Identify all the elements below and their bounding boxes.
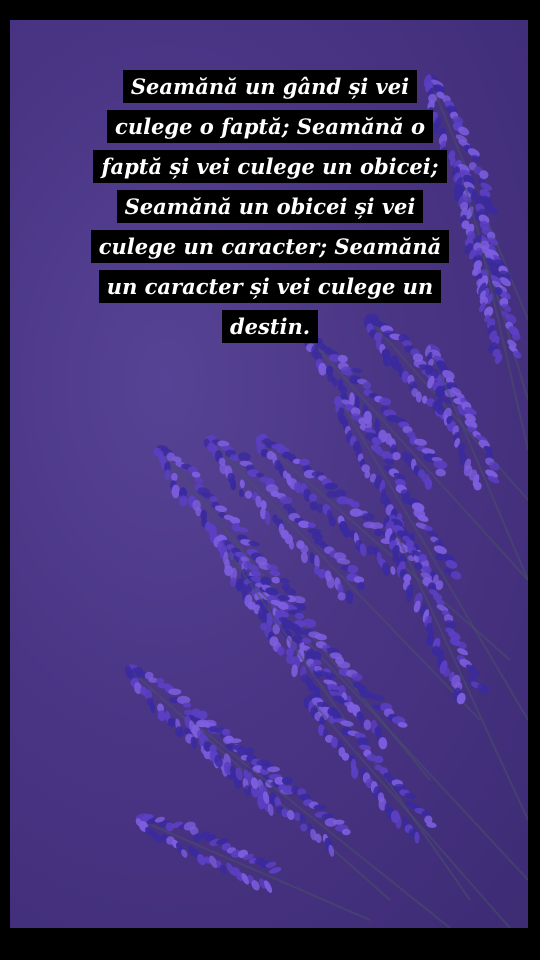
quote-text-block: Seamănă un gând și vei culege o faptă; S… bbox=[70, 68, 470, 348]
quote-line: destin. bbox=[221, 310, 319, 343]
quote-line: un caracter și vei culege un bbox=[98, 270, 442, 303]
lavender-sprig bbox=[333, 394, 528, 721]
quote-line: Seamănă un obicei și vei bbox=[116, 190, 424, 223]
quote-line: culege o faptă; Seamănă o bbox=[107, 110, 433, 143]
quote-line: faptă și vei culege un obicei; bbox=[93, 150, 447, 183]
quote-line: culege un caracter; Seamănă bbox=[90, 230, 450, 263]
lavender-sprig bbox=[135, 813, 371, 921]
story-canvas: Seamănă un gând și vei culege o faptă; S… bbox=[0, 0, 540, 960]
quote-line: Seamănă un gând și vei bbox=[122, 70, 418, 103]
